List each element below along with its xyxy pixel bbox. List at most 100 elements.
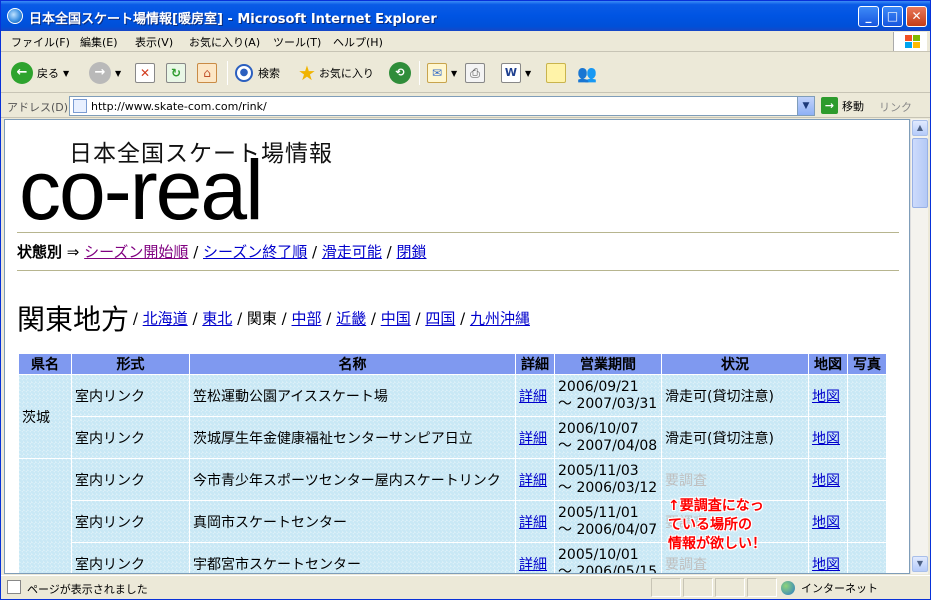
detail-link[interactable]: 詳細	[519, 431, 547, 447]
search-button[interactable]: ● 検索	[235, 61, 280, 85]
home-button[interactable]: ⌂	[197, 61, 217, 85]
favorites-button[interactable]: ★ お気に入り	[298, 61, 374, 85]
region-nav: 関東地方 / 北海道 / 東北 / 関東 / 中部 / 近畿 / 中国 / 四国…	[17, 303, 530, 336]
browser-window: 日本全国スケート場情報[暖房室] - Microsoft Internet Ex…	[0, 0, 931, 600]
address-url[interactable]: http://www.skate-com.com/rink/	[91, 100, 267, 113]
go-button[interactable]: → 移動	[821, 97, 864, 114]
map-link[interactable]: 地図	[812, 473, 840, 489]
detail-link[interactable]: 詳細	[519, 389, 547, 405]
address-input[interactable]: http://www.skate-com.com/rink/ ▼	[69, 96, 815, 116]
status-text: ページが表示されました	[27, 583, 148, 596]
go-arrow-icon: →	[821, 97, 838, 114]
map-link[interactable]: 地図	[812, 557, 840, 573]
links-button[interactable]: リンク	[879, 99, 912, 115]
status-cell	[651, 578, 681, 597]
detail-link[interactable]: 詳細	[519, 557, 547, 573]
detail-link[interactable]: 詳細	[519, 515, 547, 531]
scroll-down-button[interactable]: ▼	[912, 556, 928, 572]
menu-edit[interactable]: 編集(E)	[80, 34, 118, 50]
divider	[17, 270, 899, 271]
col-map: 地図	[809, 354, 847, 374]
cell-photo	[848, 417, 886, 458]
toolbar-separator	[419, 61, 420, 85]
home-icon: ⌂	[197, 63, 217, 83]
scroll-up-button[interactable]: ▲	[912, 120, 928, 136]
close-button[interactable]: ✕	[906, 6, 927, 27]
region-link-chubu[interactable]: 中部	[292, 310, 322, 328]
scroll-thumb[interactable]	[912, 138, 928, 208]
chevron-down-icon: ▼	[63, 68, 70, 78]
menu-favorites[interactable]: お気に入り(A)	[189, 34, 260, 50]
chevron-down-icon: ▼	[525, 68, 532, 78]
back-button[interactable]: ← 戻る ▼	[11, 61, 69, 85]
region-link-shikoku[interactable]: 四国	[425, 310, 455, 328]
page-icon	[73, 99, 87, 113]
edit-button[interactable]: W ▼	[501, 61, 531, 85]
toolbar-separator	[227, 61, 228, 85]
cell-type: 室内リンク	[72, 459, 189, 500]
mail-icon: ✉	[427, 63, 447, 83]
detail-link[interactable]: 詳細	[519, 473, 547, 489]
menu-tools[interactable]: ツール(T)	[273, 34, 321, 50]
discuss-button[interactable]	[546, 61, 566, 85]
region-link-tohoku[interactable]: 東北	[202, 310, 232, 328]
messenger-button[interactable]: 👥	[577, 61, 597, 85]
map-link[interactable]: 地図	[812, 431, 840, 447]
cell-period: 2006/09/21 ～ 2007/03/31	[555, 375, 661, 416]
back-arrow-icon: ←	[11, 62, 33, 84]
region-link-kyushu-okinawa[interactable]: 九州沖縄	[470, 310, 530, 328]
history-button[interactable]: ⟲	[389, 61, 411, 85]
col-name: 名称	[190, 354, 515, 374]
cell-photo	[848, 543, 886, 573]
cell-period: 2005/11/03 ～ 2006/03/12	[555, 459, 661, 500]
messenger-icon: 👥	[577, 63, 597, 83]
col-prefecture: 県名	[19, 354, 71, 374]
maximize-button[interactable]: □	[882, 6, 903, 27]
link-season-start[interactable]: シーズン開始順	[84, 243, 188, 261]
table-row: 茨城 室内リンク 笠松運動公園アイススケート場 詳細 2006/09/21 ～ 2…	[19, 375, 886, 458]
arrow-icon: ⇒	[66, 243, 80, 261]
menu-view[interactable]: 表示(V)	[135, 34, 173, 50]
status-cell	[683, 578, 713, 597]
region-link-hokkaido[interactable]: 北海道	[143, 310, 188, 328]
search-icon: ●	[235, 64, 253, 82]
star-icon: ★	[298, 61, 316, 85]
cell-period: 2005/11/01 ～ 2006/04/07	[555, 501, 661, 542]
forward-arrow-icon: →	[89, 62, 111, 84]
cell-type: 室内リンク	[72, 543, 189, 573]
region-current-kanto: 関東	[246, 309, 277, 328]
table-row: 室内リンク 茨城厚生年金健康福祉センターサンピア日立 詳細 2006/10/07…	[19, 417, 886, 458]
cell-prefecture	[19, 459, 71, 573]
mail-button[interactable]: ✉ ▼	[427, 61, 457, 85]
region-link-kinki[interactable]: 近畿	[336, 310, 366, 328]
minimize-button[interactable]: _	[858, 6, 879, 27]
cell-period: 2005/10/01 ～ 2006/05/15	[555, 543, 661, 573]
vertical-scrollbar[interactable]: ▲ ▼	[910, 119, 928, 574]
address-dropdown-button[interactable]: ▼	[797, 97, 814, 115]
link-season-end[interactable]: シーズン終了順	[203, 243, 307, 261]
cell-name: 宇都宮市スケートセンター	[190, 543, 515, 573]
cell-status: 要調査	[662, 459, 808, 500]
map-link[interactable]: 地図	[812, 389, 840, 405]
stop-button[interactable]: ✕	[135, 61, 155, 85]
address-bar: アドレス(D) http://www.skate-com.com/rink/ ▼…	[1, 94, 930, 118]
forward-button[interactable]: → ▼	[89, 61, 121, 85]
cell-status: 滑走可(貸切注意)	[662, 375, 808, 416]
menu-file[interactable]: ファイル(F)	[11, 34, 70, 50]
link-skatable[interactable]: 滑走可能	[322, 243, 382, 261]
address-label: アドレス(D)	[7, 101, 69, 114]
stop-icon: ✕	[135, 63, 155, 83]
refresh-button[interactable]: ↻	[166, 61, 186, 85]
sort-by-status-nav: 状態別 ⇒ シーズン開始順 / シーズン終了順 / 滑走可能 / 閉鎖	[17, 243, 427, 261]
title-bar: 日本全国スケート場情報[暖房室] - Microsoft Internet Ex…	[1, 1, 930, 31]
print-button[interactable]: ⎙	[465, 61, 485, 85]
status-cell	[715, 578, 745, 597]
menu-help[interactable]: ヘルプ(H)	[333, 34, 383, 50]
region-link-chugoku[interactable]: 中国	[381, 310, 411, 328]
link-closed[interactable]: 閉鎖	[396, 243, 426, 261]
note-icon	[546, 63, 566, 83]
refresh-icon: ↻	[166, 63, 186, 83]
map-link[interactable]: 地図	[812, 515, 840, 531]
cell-status: 滑走可(貸切注意)	[662, 417, 808, 458]
sort-label: 状態別	[17, 243, 63, 261]
